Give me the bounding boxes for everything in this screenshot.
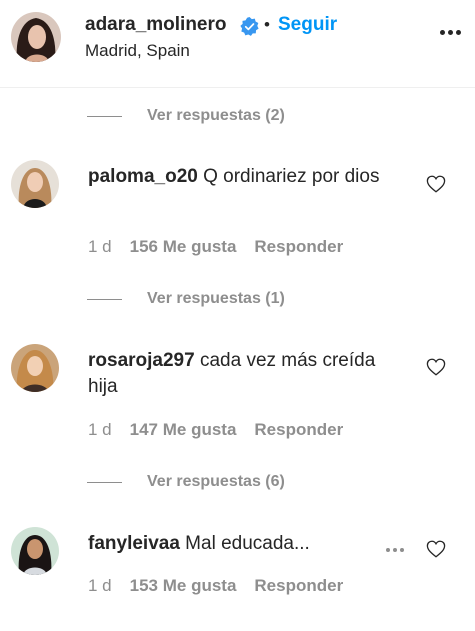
commenter-username[interactable]: rosaroja297 [88,350,195,371]
replies-divider [87,115,122,117]
view-replies-label[interactable]: Ver respuestas (2) [147,107,285,125]
follow-button[interactable]: Seguir [278,14,337,36]
reply-button[interactable]: Responder [254,576,343,596]
comment-meta: 1 d 153 Me gusta Responder [88,576,343,596]
commenter-avatar[interactable] [11,344,59,392]
comment-text: Q ordinariez por dios [197,166,380,187]
commenter-avatar[interactable] [11,160,59,208]
like-heart-icon[interactable] [426,358,446,376]
commenter-avatar[interactable] [11,527,59,575]
comment-meta: 1 d 147 Me gusta Responder [88,420,343,440]
author-username[interactable]: adara_molinero [85,14,227,36]
view-replies[interactable]: Ver respuestas (6) [87,472,285,492]
reply-button[interactable]: Responder [254,237,343,257]
comment-body: paloma_o20 Q ordinariez por dios [88,164,388,190]
comment-time: 1 d [88,420,112,439]
comment-likes[interactable]: 153 Me gusta [130,576,237,596]
reply-button[interactable]: Responder [254,420,343,440]
comment-body: fanyleivaa Mal educada... [88,531,388,557]
comment-body: rosaroja297 cada vez más creída hija [88,348,388,400]
commenter-username[interactable]: paloma_o20 [88,166,198,187]
view-replies[interactable]: Ver respuestas (1) [87,289,285,309]
like-heart-icon[interactable] [426,540,446,558]
comment-likes[interactable]: 156 Me gusta [130,237,237,257]
commenter-username[interactable]: fanyleivaa [88,533,180,554]
comment-time: 1 d [88,576,112,595]
verified-badge-icon [240,17,259,36]
comment-likes[interactable]: 147 Me gusta [130,420,237,440]
view-replies-label[interactable]: Ver respuestas (1) [147,290,285,308]
view-replies-label[interactable]: Ver respuestas (6) [147,473,285,491]
post-header: adara_molinero • Seguir Madrid, Spain [0,0,475,88]
comment-time: 1 d [88,237,112,256]
comment-text: Mal educada... [179,533,310,554]
view-replies[interactable]: Ver respuestas (2) [87,106,285,126]
like-heart-icon[interactable] [426,175,446,193]
separator-dot: • [264,15,270,34]
replies-divider [87,481,122,483]
comment-meta: 1 d 156 Me gusta Responder [88,237,343,257]
author-avatar[interactable] [11,12,61,62]
replies-divider [87,298,122,300]
more-options-icon[interactable] [440,25,466,45]
post-location[interactable]: Madrid, Spain [85,41,190,61]
comment-options-icon[interactable] [386,545,410,555]
